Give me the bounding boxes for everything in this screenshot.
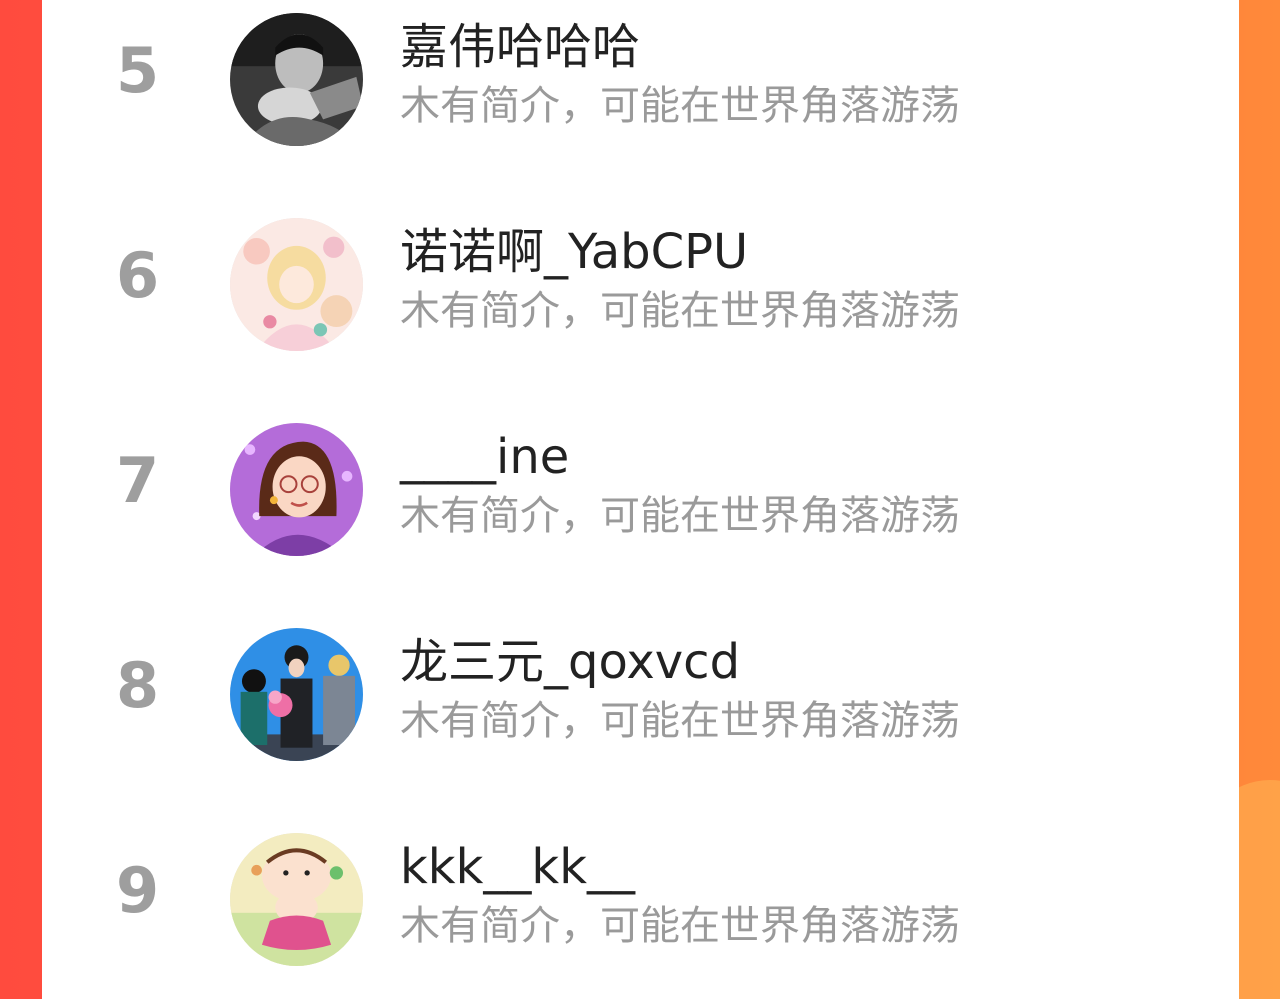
group-photo-avatar-icon	[230, 628, 363, 761]
list-item[interactable]: 9 kkk__kk__ 木有简介，可能在世界角落游荡	[42, 820, 1239, 966]
anime-girl-avatar-icon	[230, 218, 363, 351]
rank-number: 5	[116, 34, 160, 107]
photo-avatar-man-icon	[230, 13, 363, 146]
user-bio: 木有简介，可能在世界角落游荡	[400, 493, 960, 539]
user-name: kkk__kk__	[400, 839, 635, 895]
leaderboard-screen: 5 嘉伟哈哈哈 木有简介，可能在世界角落游荡 6 诺诺啊_YabCPU 木有简介…	[0, 0, 1280, 999]
user-avatar[interactable]	[230, 833, 363, 966]
cartoon-kid-avatar-icon	[230, 833, 363, 966]
list-item[interactable]: 5 嘉伟哈哈哈 木有简介，可能在世界角落游荡	[42, 0, 1239, 146]
user-avatar[interactable]	[230, 423, 363, 556]
user-name: 龙三元_qoxvcd	[400, 634, 741, 690]
user-avatar[interactable]	[230, 218, 363, 351]
user-avatar[interactable]	[230, 628, 363, 761]
list-item[interactable]: 7 ____ine 木有简介，可能在世界角落游荡	[42, 410, 1239, 556]
list-item[interactable]: 8 龙三元_qoxvcd 木有简介，可能在世界角落游荡	[42, 615, 1239, 761]
leaderboard-panel: 5 嘉伟哈哈哈 木有简介，可能在世界角落游荡 6 诺诺啊_YabCPU 木有简介…	[42, 0, 1239, 999]
rank-number: 9	[116, 854, 160, 927]
user-bio: 木有简介，可能在世界角落游荡	[400, 288, 960, 334]
user-name: 嘉伟哈哈哈	[400, 19, 641, 75]
cartoon-woman-avatar-icon	[230, 423, 363, 556]
user-bio: 木有简介，可能在世界角落游荡	[400, 903, 960, 949]
rank-number: 8	[116, 649, 160, 722]
user-bio: 木有简介，可能在世界角落游荡	[400, 698, 960, 744]
list-item[interactable]: 6 诺诺啊_YabCPU 木有简介，可能在世界角落游荡	[42, 205, 1239, 351]
user-bio: 木有简介，可能在世界角落游荡	[400, 83, 960, 129]
rank-number: 7	[116, 444, 160, 517]
user-name: 诺诺啊_YabCPU	[400, 224, 749, 280]
user-avatar[interactable]	[230, 13, 363, 146]
rank-number: 6	[116, 239, 160, 312]
user-name: ____ine	[400, 429, 570, 485]
